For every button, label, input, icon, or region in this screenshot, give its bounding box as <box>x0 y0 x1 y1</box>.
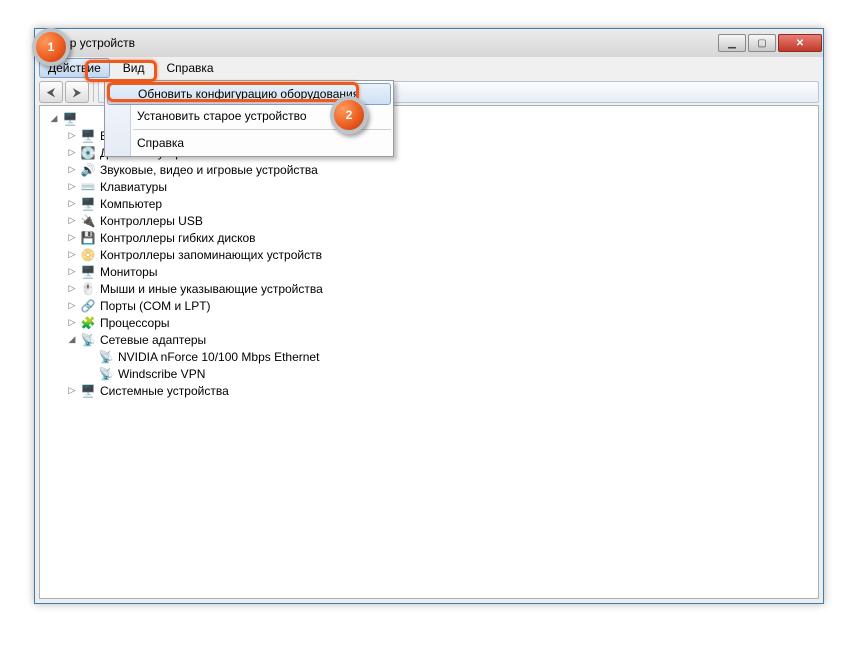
callout-badge-2: 2 <box>330 96 368 134</box>
titlebar[interactable]: етчер устройств <box>35 29 823 57</box>
tree-label: Контроллеры USB <box>100 214 203 228</box>
callout-badge-1: 1 <box>32 28 70 66</box>
tree-node[interactable]: ▷🖥️ Мониторы <box>48 263 818 280</box>
expander-icon[interactable]: ▷ <box>66 317 78 328</box>
expander-icon[interactable]: ▷ <box>66 283 78 294</box>
content-pane[interactable]: ◢ 🖥️ ▷🖥️Видеоадаптеры ▷💽Дисковые устройс… <box>39 105 819 599</box>
menu-help[interactable]: Справка <box>157 58 222 78</box>
nav-back-button[interactable]: ⮜ <box>39 81 63 103</box>
tree-label: Мыши и иные указывающие устройства <box>100 282 323 296</box>
menu-item-help[interactable]: Справка <box>105 132 393 154</box>
device-icon: 🔌 <box>80 213 96 229</box>
close-button[interactable] <box>778 34 822 52</box>
device-icon: 🔊 <box>80 162 96 178</box>
menu-view[interactable]: Вид <box>114 58 154 78</box>
toolbar-divider <box>93 82 94 102</box>
device-icon: 💾 <box>80 230 96 246</box>
tree-node[interactable]: ▷📀 Контроллеры запоминающих устройств <box>48 246 818 263</box>
expander-icon[interactable]: ▷ <box>66 130 78 141</box>
device-icon: 💽 <box>80 145 96 161</box>
tree-leaf[interactable]: 📡 NVIDIA nForce 10/100 Mbps Ethernet <box>48 348 818 365</box>
expander-icon[interactable]: ▷ <box>66 300 78 311</box>
expander-icon[interactable]: ▷ <box>66 249 78 260</box>
expander-icon[interactable]: ▷ <box>66 198 78 209</box>
tree-label: Контроллеры запоминающих устройств <box>100 248 322 262</box>
device-icon: 🧩 <box>80 315 96 331</box>
window-buttons <box>717 34 823 52</box>
tree-node[interactable]: ▷💾 Контроллеры гибких дисков <box>48 229 818 246</box>
device-icon: 🖱️ <box>80 281 96 297</box>
tree-label: Сетевые адаптеры <box>100 333 206 347</box>
tree-label: Звуковые, видео и игровые устройства <box>100 163 318 177</box>
device-icon: 📡 <box>80 332 96 348</box>
tree-label: Компьютер <box>100 197 162 211</box>
device-icon: 🖥️ <box>80 383 96 399</box>
tree-label: Системные устройства <box>100 384 229 398</box>
tree-node[interactable]: ▷🧩 Процессоры <box>48 314 818 331</box>
window-title: етчер устройств <box>45 36 717 50</box>
device-icon: 🖥️ <box>80 264 96 280</box>
menu-item-label: Обновить конфигурацию оборудования <box>138 87 359 101</box>
tree-label: Windscribe VPN <box>118 367 205 381</box>
tree-node[interactable]: ▷🖱️ Мыши и иные указывающие устройства <box>48 280 818 297</box>
minimize-button[interactable] <box>718 34 746 52</box>
tree-label: Контроллеры гибких дисков <box>100 231 256 245</box>
device-icon: 📡 <box>98 349 114 365</box>
device-icon: 🖥️ <box>80 196 96 212</box>
menu-item-label: Справка <box>137 136 184 150</box>
tree-label: Порты (COM и LPT) <box>100 299 211 313</box>
device-icon: 🖥️ <box>80 128 96 144</box>
tree-node[interactable]: ▷🖥️ Компьютер <box>48 195 818 212</box>
tree-leaf[interactable]: 📡 Windscribe VPN <box>48 365 818 382</box>
expander-icon[interactable]: ▷ <box>66 147 78 158</box>
tree-node-network-adapters[interactable]: ◢📡 Сетевые адаптеры <box>48 331 818 348</box>
expander-icon[interactable]: ▷ <box>66 385 78 396</box>
expander-icon[interactable]: ▷ <box>66 266 78 277</box>
expander-icon[interactable]: ▷ <box>66 164 78 175</box>
tree-label: NVIDIA nForce 10/100 Mbps Ethernet <box>118 350 319 364</box>
device-icon: ⌨️ <box>80 179 96 195</box>
device-icon: 🔗 <box>80 298 96 314</box>
tree-node[interactable]: ▷🔌 Контроллеры USB <box>48 212 818 229</box>
menubar: Действие Вид Справка <box>35 57 823 79</box>
expander-icon[interactable]: ▷ <box>66 232 78 243</box>
tree-label: Мониторы <box>100 265 157 279</box>
device-icon: 📡 <box>98 366 114 382</box>
expander-icon[interactable]: ◢ <box>66 334 78 345</box>
expander-icon[interactable]: ▷ <box>66 215 78 226</box>
tree-node[interactable]: ▷🖥️ Системные устройства <box>48 382 818 399</box>
menu-item-label: Установить старое устройство <box>137 109 307 123</box>
tree-label: Процессоры <box>100 316 170 330</box>
tree-label: Клавиатуры <box>100 180 167 194</box>
device-icon: 📀 <box>80 247 96 263</box>
computer-icon: 🖥️ <box>62 111 78 127</box>
expander-icon[interactable]: ▷ <box>66 181 78 192</box>
tree-node[interactable]: ▷⌨️ Клавиатуры <box>48 178 818 195</box>
expander-icon[interactable]: ◢ <box>48 113 60 124</box>
nav-forward-button[interactable]: ⮞ <box>65 81 89 103</box>
maximize-button[interactable] <box>748 34 776 52</box>
tree-node[interactable]: ▷🔊 Звуковые, видео и игровые устройства <box>48 161 818 178</box>
tree-node[interactable]: ▷🔗 Порты (COM и LPT) <box>48 297 818 314</box>
